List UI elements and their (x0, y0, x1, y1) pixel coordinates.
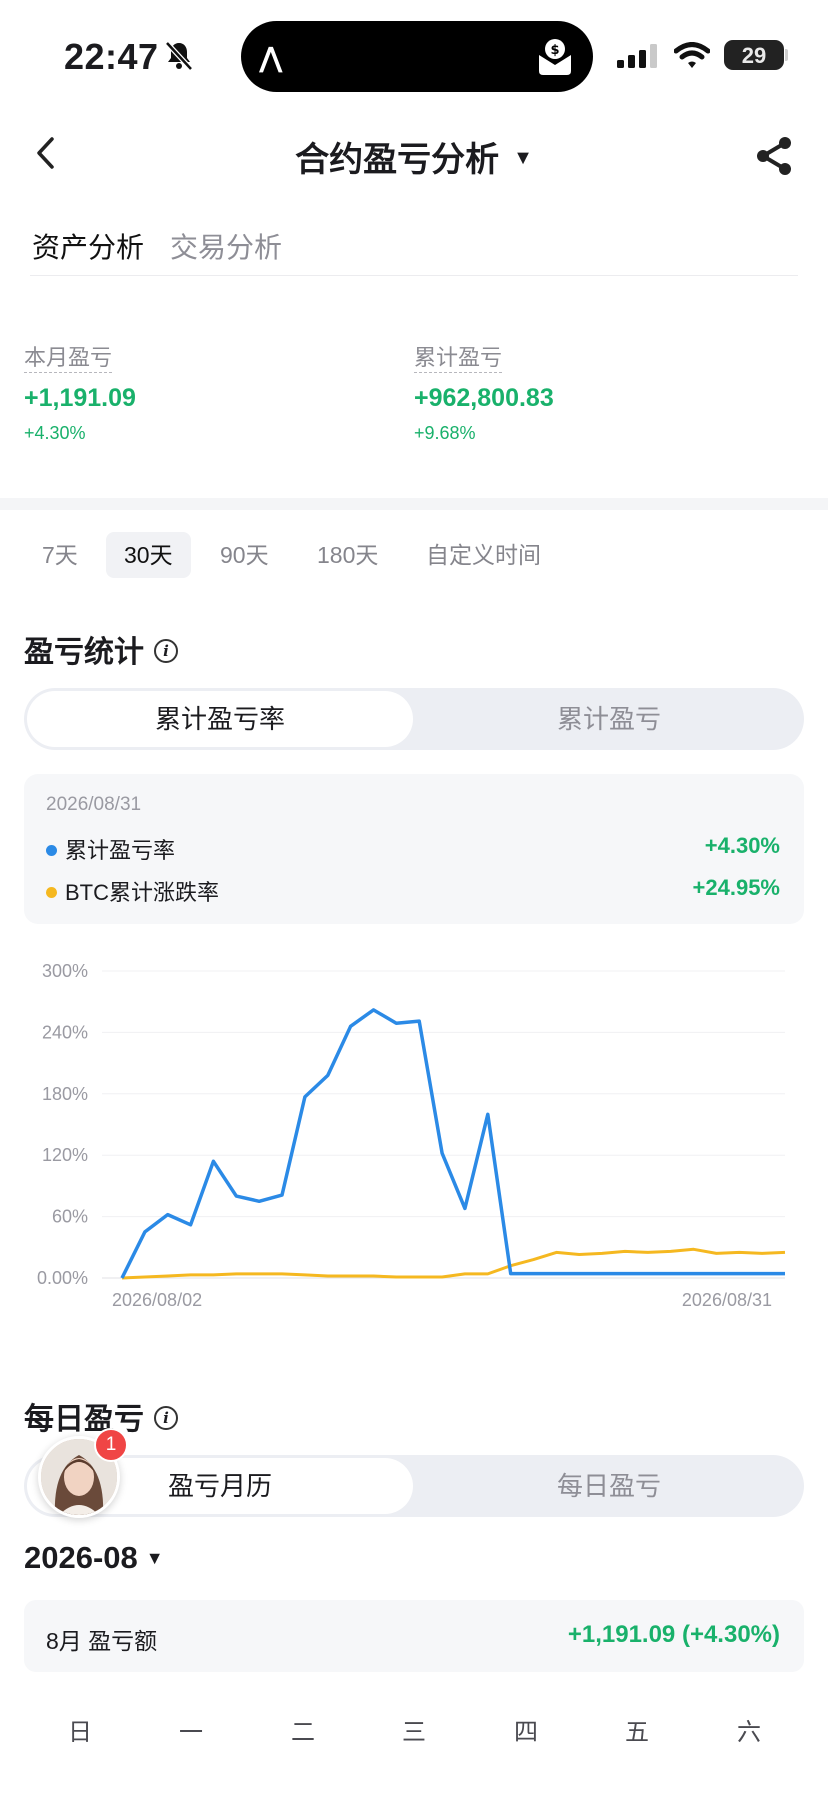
caret-down-icon: ▼ (145, 1548, 164, 1568)
period-180d[interactable]: 180天 (299, 532, 396, 578)
legend-dot-blue (46, 845, 57, 856)
weekday-label: 五 (625, 1719, 649, 1746)
weekday-label: 三 (402, 1719, 426, 1746)
pnl-stats-title-text: 盈亏统计 (24, 636, 144, 669)
battery-level: 29 (741, 43, 767, 68)
daily-segment: 盈亏月历 每日盈亏 (24, 1455, 804, 1517)
month-summary-value: +1,191.09 (+4.30%) (567, 1621, 780, 1648)
info-icon[interactable]: i (154, 639, 178, 664)
weekday-label: 六 (737, 1719, 761, 1746)
info-icon[interactable]: i (154, 1406, 178, 1431)
share-icon (757, 137, 791, 175)
caret-down-icon: ▼ (513, 146, 533, 169)
x-tick-label: 2026/08/02 (112, 1290, 202, 1310)
page-title-text: 合约盈亏分析 (295, 141, 500, 179)
period-custom[interactable]: 自定义时间 (408, 532, 559, 578)
month-selector-label: 2026-08 (24, 1540, 138, 1575)
svg-text:$: $ (550, 43, 559, 58)
bell-muted-icon (164, 40, 194, 77)
y-tick-label: 60% (52, 1207, 88, 1227)
status-time: 22:47 (64, 36, 159, 77)
weekday-label: 二 (291, 1719, 315, 1746)
segment-cumulative-rate[interactable]: 累计盈亏率 (27, 691, 413, 747)
tooltip-row-label: 累计盈亏率 (65, 838, 176, 863)
month-selector[interactable]: 2026-08 ▼ (24, 1540, 164, 1576)
tooltip-row-label: BTC累计涨跌率 (65, 880, 220, 905)
y-tick-label: 240% (42, 1022, 88, 1042)
wallet-icon: $ (539, 39, 571, 75)
daily-pnl-title-text: 每日盈亏 (24, 1403, 144, 1436)
y-tick-label: 180% (42, 1084, 88, 1104)
pnl-line-chart[interactable]: 300% 240% 180% 120% 60% 0.00% 2026/08/02 2026/0… (20, 950, 810, 1310)
y-tick-label: 120% (42, 1145, 88, 1165)
tooltip-row: 累计盈亏率 +4.30% (46, 833, 780, 863)
battery-tip (785, 49, 788, 61)
period-30d[interactable]: 30天 (106, 532, 191, 578)
segment-daily-pnl[interactable]: 每日盈亏 (414, 1455, 804, 1517)
battery-icon: 29 (724, 40, 784, 70)
wifi-icon (673, 42, 711, 75)
x-tick-label: 2026/08/31 (682, 1290, 772, 1310)
tab-trade-analysis[interactable]: 交易分析 (170, 226, 282, 266)
pnl-stats-segment: 累计盈亏率 累计盈亏 (24, 688, 804, 750)
segment-cumulative-pnl[interactable]: 累计盈亏 (414, 688, 804, 750)
y-tick-label: 300% (42, 961, 88, 981)
dynamic-island: ⋀ $ (241, 21, 593, 92)
month-pnl-value: +1,191.09 (24, 384, 136, 412)
tooltip-date: 2026/08/31 (46, 794, 142, 815)
section-separator (0, 498, 828, 510)
weekday-label: 一 (179, 1719, 203, 1746)
chart-tooltip: 2026/08/31 累计盈亏率 +4.30% BTC累计涨跌率 +24.95% (24, 774, 804, 924)
tab-divider (30, 275, 798, 276)
tooltip-row-value: +24.95% (692, 875, 780, 900)
total-pnl-value: +962,800.83 (414, 384, 554, 412)
notification-badge: 1 (94, 1428, 128, 1462)
period-90d[interactable]: 90天 (202, 532, 287, 578)
tab-asset-analysis[interactable]: 资产分析 (32, 226, 144, 266)
legend-dot-yellow (46, 887, 57, 898)
period-7d[interactable]: 7天 (24, 532, 96, 578)
month-summary-label: 8月 盈亏额 (46, 1628, 158, 1654)
cellular-signal-icon (617, 44, 659, 73)
series-line (120, 1008, 785, 1279)
weekday-label: 日 (68, 1719, 92, 1746)
total-pnl-pct: +9.68% (414, 423, 476, 443)
share-button[interactable] (754, 136, 794, 181)
app-logo-icon: ⋀ (259, 42, 283, 73)
y-tick-label: 0.00% (37, 1268, 88, 1288)
month-summary-card: 8月 盈亏额 +1,191.09 (+4.30%) (24, 1600, 804, 1672)
month-pnl-pct: +4.30% (24, 423, 86, 443)
total-pnl-block: 累计盈亏 +962,800.83 +9.68% (414, 340, 554, 444)
pnl-stats-title: 盈亏统计 i (24, 627, 178, 671)
total-pnl-label[interactable]: 累计盈亏 (414, 345, 503, 373)
month-pnl-label[interactable]: 本月盈亏 (24, 345, 113, 373)
tooltip-row: BTC累计涨跌率 +24.95% (46, 875, 780, 905)
weekday-label: 四 (514, 1719, 538, 1746)
tooltip-row-value: +4.30% (704, 833, 780, 858)
page-title[interactable]: 合约盈亏分析 ▼ (0, 132, 828, 181)
month-pnl-block: 本月盈亏 +1,191.09 +4.30% (24, 340, 136, 444)
